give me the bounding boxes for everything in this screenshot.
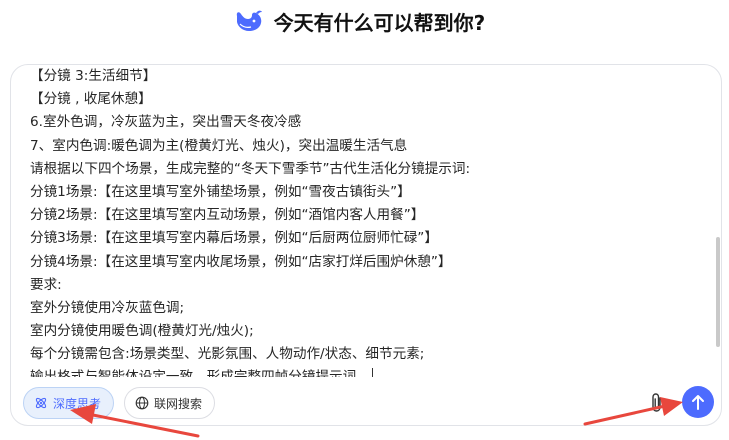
annotation-arrows — [70, 397, 683, 438]
chat-page: 今天有什么可以帮到你? 【分镜 3:生活细节】 【分镜 , 收尾休憩】 6.室外色调… — [0, 0, 729, 440]
annotation-arrow-left — [70, 404, 200, 438]
annotation-arrow-right — [583, 397, 683, 426]
